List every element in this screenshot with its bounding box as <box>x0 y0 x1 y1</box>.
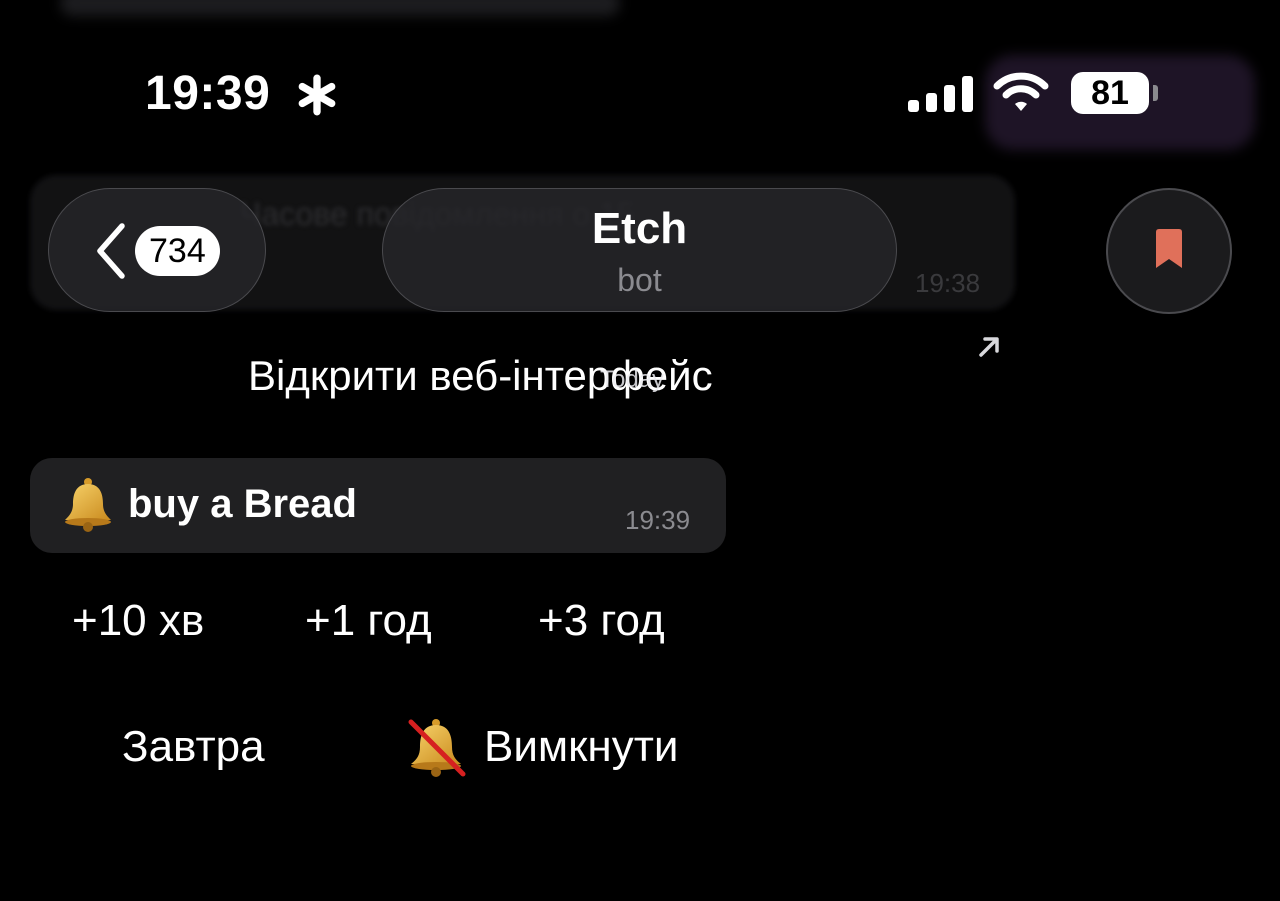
bookmark-icon[interactable] <box>1152 228 1186 270</box>
chat-name[interactable]: Etch <box>382 204 897 254</box>
unread-count-badge[interactable]: 734 <box>135 226 220 276</box>
status-time: 19:39 <box>145 67 271 120</box>
telegram-chat-screen: Часове повідомлення о 15 19:39 81 734 Et… <box>0 0 1280 901</box>
message-time: 19:39 <box>625 505 691 535</box>
cellular-signal-icon <box>908 74 973 112</box>
chevron-left-icon[interactable] <box>90 220 130 282</box>
snooze-tomorrow-button[interactable]: Завтра <box>122 722 265 772</box>
battery-indicator: 81 <box>1071 72 1149 114</box>
blurred-message-time: 19:38 <box>915 268 981 298</box>
blurred-background-message <box>60 0 620 16</box>
snooze-10-min-button[interactable]: +10 хв <box>72 596 204 646</box>
asterisk-icon <box>298 74 336 116</box>
snooze-1-hour-button[interactable]: +1 год <box>305 596 432 646</box>
bell-off-icon <box>408 719 466 777</box>
message-text: buy a Bread <box>128 482 357 526</box>
turn-off-button[interactable]: Вимкнути <box>484 722 678 772</box>
arrow-up-right-icon <box>979 337 999 357</box>
battery-cap <box>1153 85 1158 101</box>
wifi-icon <box>993 72 1049 111</box>
date-separator: Today <box>600 366 665 393</box>
bell-icon <box>65 478 111 532</box>
snooze-3-hours-button[interactable]: +3 год <box>538 596 665 646</box>
chat-subtitle: bot <box>617 262 662 298</box>
